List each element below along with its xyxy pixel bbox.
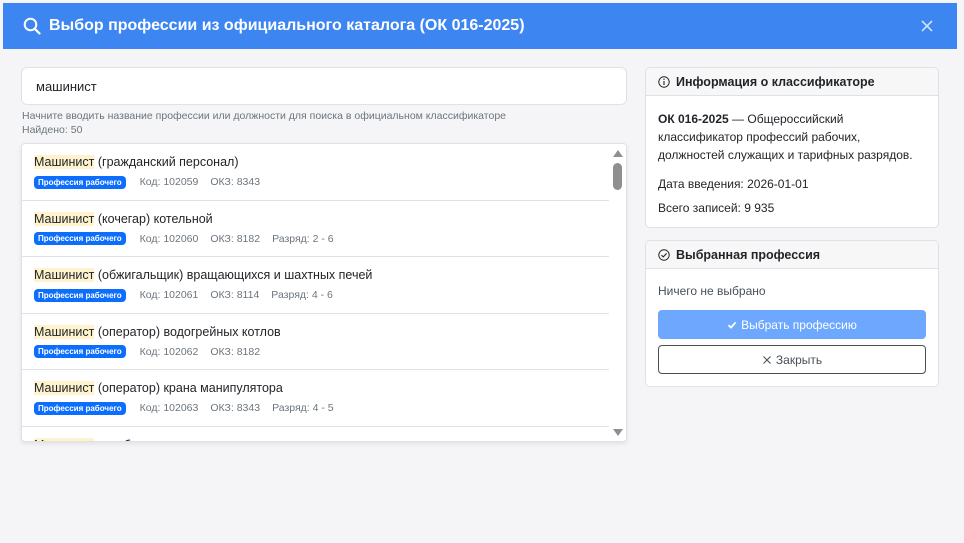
search-icon <box>23 17 41 35</box>
profession-meta: Профессия рабочего Код: 102063 ОКЗ: 8343 Ра… <box>34 401 599 415</box>
profession-name: Машинист (обжигальщик) вращающихся и шах… <box>34 267 599 284</box>
name-highlight: Машинист <box>34 155 95 169</box>
check-icon <box>727 321 737 329</box>
profession-type-badge: Профессия рабочего <box>34 288 126 302</box>
results-list[interactable]: Машинист (гражданский персонал) Профессия… <box>21 143 627 442</box>
classifier-date: Дата введения: 2026-01-01 <box>658 177 809 191</box>
name-rest: автобетононасоса <box>94 438 204 442</box>
close-icon[interactable] <box>915 14 939 38</box>
profession-name: Машинист (оператор) водогрейных котлов <box>34 324 599 341</box>
search-hint: Начните вводить название профессии или д… <box>22 110 506 122</box>
profession-rank: Разряд: 4 - 6 <box>271 289 333 301</box>
dialog-title: Выбор профессии из официального каталога… <box>49 17 525 34</box>
classifier-code: ОК 016-2025 <box>658 112 729 126</box>
profession-name: Машинист (оператор) крана манипулятора <box>34 380 599 397</box>
name-highlight: Машинист <box>34 211 95 226</box>
profession-okz: ОКЗ: 8343 <box>210 402 261 414</box>
scroll-up-arrow-icon[interactable] <box>613 150 623 157</box>
search-input[interactable] <box>21 67 627 105</box>
classifier-info-title: Информация о классификаторе <box>676 74 875 89</box>
profession-meta: Профессия рабочего Код: 102061 ОКЗ: 8114 Ра… <box>34 288 599 302</box>
scroll-thumb[interactable] <box>613 163 622 190</box>
profession-meta: Профессия рабочего Код: 102062 ОКЗ: 8182 <box>34 345 599 359</box>
list-item[interactable]: Машинист автобетононасосаПрофессия рабоч… <box>22 427 611 442</box>
classifier-info-header: Информация о классификаторе <box>646 68 938 96</box>
selected-profession-title: Выбранная профессия <box>676 247 821 262</box>
profession-okz: ОКЗ: 8114 <box>210 289 260 301</box>
classifier-description: ОК 016-2025 — Общероссийский классификат… <box>658 110 926 164</box>
nothing-selected-text: Ничего не выбрано <box>658 284 766 298</box>
select-profession-label: Выбрать профессию <box>741 317 857 332</box>
name-rest: (гражданский персонал) <box>94 155 239 169</box>
profession-type-badge: Профессия рабочего <box>34 345 126 358</box>
profession-name: Машинист (кочегар) котельной <box>34 211 599 228</box>
name-highlight: Машинист <box>34 268 95 282</box>
list-item[interactable]: Машинист (кочегар) котельной Профессия ра… <box>22 201 611 257</box>
close-icon <box>763 355 771 364</box>
close-label: Закрыть <box>775 352 823 367</box>
list-item[interactable]: Машинист (обжигальщик) вращающихся и шах… <box>22 257 611 314</box>
profession-rank: Разряд: 4 - 5 <box>272 402 334 414</box>
scrollbar[interactable] <box>609 144 626 441</box>
profession-code: Код: 102062 <box>139 345 199 358</box>
profession-okz: ОКЗ: 8182 <box>210 232 261 245</box>
name-rest: (обжигальщик) вращающихся и шахтных пече… <box>94 268 373 282</box>
profession-code: Код: 102063 <box>139 402 199 414</box>
close-button[interactable]: Закрыть <box>658 345 926 374</box>
profession-meta: Профессия рабочего Код: 102059 ОКЗ: 8343 <box>34 175 599 189</box>
profession-type-badge: Профессия рабочего <box>34 401 126 415</box>
list-item[interactable]: Машинист (гражданский персонал) Профессия… <box>22 144 611 201</box>
profession-type-badge: Профессия рабочего <box>34 232 126 245</box>
classifier-total: Всего записей: 9 935 <box>658 201 775 215</box>
classifier-info-card: Информация о классификаторе ОК 016-2025 … <box>645 67 939 228</box>
profession-okz: ОКЗ: 8343 <box>210 176 261 188</box>
info-circle-icon <box>658 75 670 88</box>
profession-meta: Профессия рабочего Код: 102060 ОКЗ: 8182 Ра… <box>34 232 599 246</box>
dialog-header: Выбор профессии из официального каталога… <box>3 3 957 49</box>
select-profession-button[interactable]: Выбрать профессию <box>658 310 926 339</box>
name-rest: (оператор) водогрейных котлов <box>94 324 281 339</box>
list-item[interactable]: Машинист (оператор) водогрейных котлов Пр… <box>22 314 611 370</box>
name-rest: (кочегар) котельной <box>94 211 213 226</box>
list-item[interactable]: Машинист (оператор) крана манипулятора Пр… <box>22 370 611 427</box>
selected-profession-card: Выбранная профессия Ничего не выбрано Вы… <box>645 240 939 387</box>
name-highlight: Машинист <box>34 437 95 441</box>
name-highlight: Машинист <box>34 324 95 339</box>
profession-name: Машинист автобетононасоса <box>34 437 599 442</box>
results-count: Найдено: 50 <box>22 124 83 136</box>
selected-profession-header: Выбранная профессия <box>646 241 938 269</box>
profession-okz: ОКЗ: 8182 <box>210 345 261 358</box>
profession-code: Код: 102061 <box>139 289 199 301</box>
scroll-down-arrow-icon[interactable] <box>613 429 623 436</box>
profession-code: Код: 102060 <box>139 232 199 245</box>
name-rest: (оператор) крана манипулятора <box>94 381 283 395</box>
name-highlight: Машинист <box>34 381 95 395</box>
check-circle-icon <box>658 248 670 261</box>
profession-rank: Разряд: 2 - 6 <box>272 232 334 245</box>
profession-type-badge: Профессия рабочего <box>34 175 126 189</box>
profession-name: Машинист (гражданский персонал) <box>34 154 599 171</box>
profession-code: Код: 102059 <box>139 176 199 188</box>
